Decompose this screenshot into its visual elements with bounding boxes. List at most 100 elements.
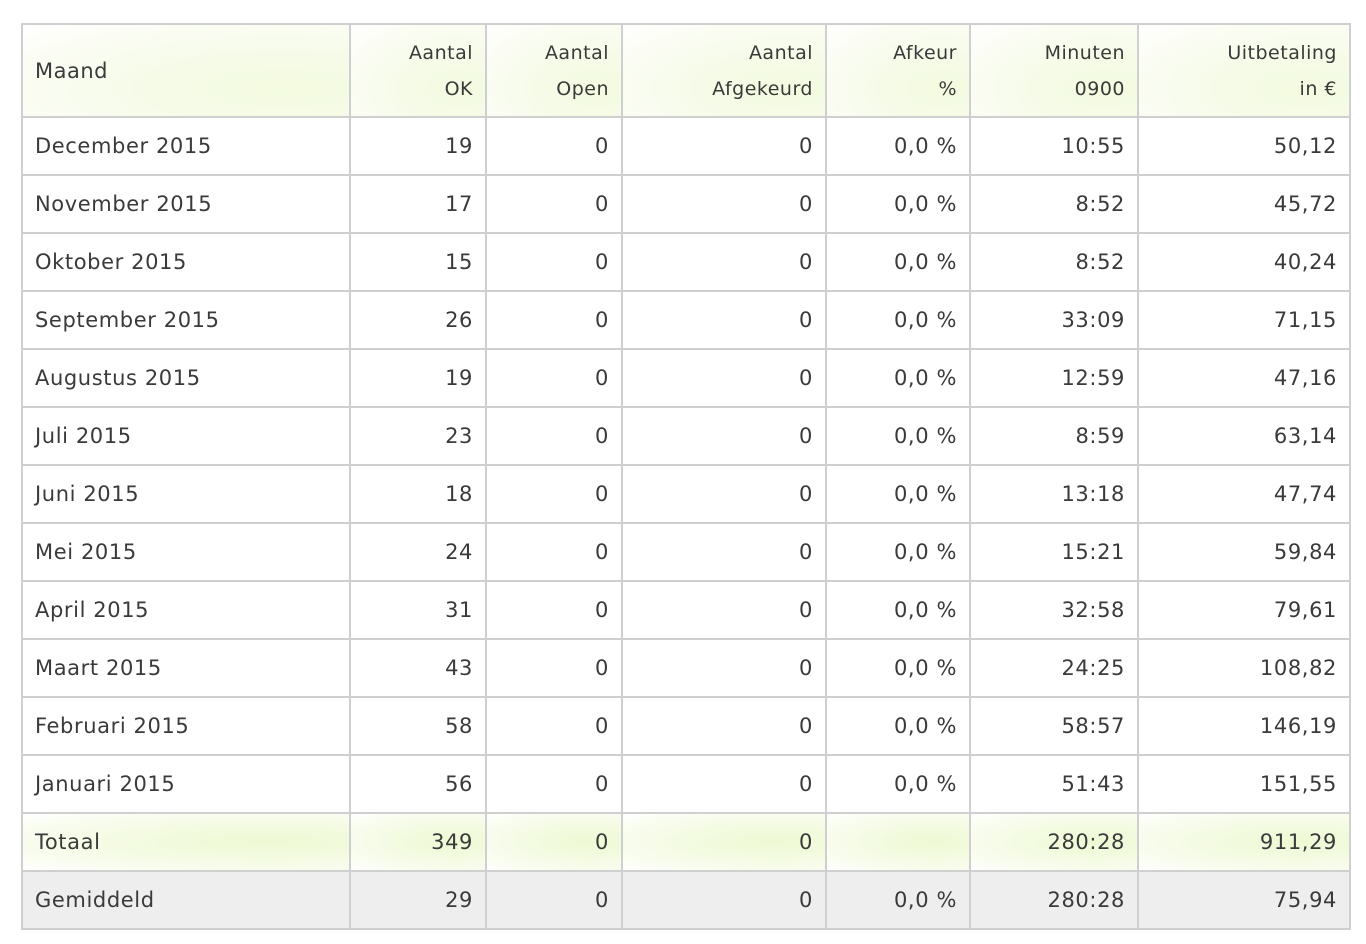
header-count-rejected: Aantal Afgekeurd [621, 23, 827, 118]
header-reject-percent: Afkeur% [825, 23, 971, 118]
minutes-cell: 8:52 [969, 174, 1139, 234]
table-row: November 2015 17 0 0 0,0 % 8:52 45,72 [21, 174, 1351, 234]
header-line-2: Afgekeurd [712, 77, 813, 100]
month-cell: Totaal [21, 812, 351, 872]
count-open-cell: 0 [485, 406, 623, 466]
header-month: Maand [21, 23, 351, 118]
payout-cell: 63,14 [1137, 406, 1351, 466]
reject-percent-cell [825, 812, 971, 872]
table-row: Juli 2015 23 0 0 0,0 % 8:59 63,14 [21, 406, 1351, 466]
table-row: Oktober 2015 15 0 0 0,0 % 8:52 40,24 [21, 232, 1351, 292]
header-line-2: 0900 [1074, 77, 1125, 100]
table-row: Augustus 2015 19 0 0 0,0 % 12:59 47,16 [21, 348, 1351, 408]
header-line-1: Afkeur [893, 41, 957, 64]
minutes-cell: 15:21 [969, 522, 1139, 582]
count-open-cell: 0 [485, 290, 623, 350]
month-cell: Januari 2015 [21, 754, 351, 814]
reject-percent-cell: 0,0 % [825, 638, 971, 698]
minutes-cell: 33:09 [969, 290, 1139, 350]
month-cell: November 2015 [21, 174, 351, 234]
count-open-cell: 0 [485, 348, 623, 408]
payout-cell: 50,12 [1137, 116, 1351, 176]
count-ok-cell: 24 [349, 522, 487, 582]
reject-percent-cell: 0,0 % [825, 696, 971, 756]
header-line-1: Minuten [1044, 41, 1125, 64]
payout-cell: 108,82 [1137, 638, 1351, 698]
count-ok-cell: 19 [349, 116, 487, 176]
count-rejected-cell: 0 [621, 406, 827, 466]
payout-cell: 146,19 [1137, 696, 1351, 756]
payout-cell: 71,15 [1137, 290, 1351, 350]
count-rejected-cell: 0 [621, 174, 827, 234]
payout-cell: 75,94 [1137, 870, 1351, 930]
count-open-cell: 0 [485, 812, 623, 872]
count-ok-cell: 31 [349, 580, 487, 640]
minutes-cell: 10:55 [969, 116, 1139, 176]
payout-cell: 40,24 [1137, 232, 1351, 292]
minutes-cell: 8:52 [969, 232, 1139, 292]
reject-percent-cell: 0,0 % [825, 754, 971, 814]
header-line-2: % [938, 77, 957, 100]
table-row: Maart 2015 43 0 0 0,0 % 24:25 108,82 [21, 638, 1351, 698]
count-open-cell: 0 [485, 754, 623, 814]
minutes-cell: 24:25 [969, 638, 1139, 698]
count-ok-cell: 26 [349, 290, 487, 350]
average-row: Gemiddeld 29 0 0 0,0 % 280:28 75,94 [21, 870, 1351, 930]
count-rejected-cell: 0 [621, 290, 827, 350]
table-row: Mei 2015 24 0 0 0,0 % 15:21 59,84 [21, 522, 1351, 582]
count-rejected-cell: 0 [621, 522, 827, 582]
payout-cell: 45,72 [1137, 174, 1351, 234]
total-row: Totaal 349 0 0 280:28 911,29 [21, 812, 1351, 872]
table-row: September 2015 26 0 0 0,0 % 33:09 71,15 [21, 290, 1351, 350]
header-payout: Uitbetaling in € [1137, 23, 1351, 118]
reject-percent-cell: 0,0 % [825, 464, 971, 524]
header-line-1: Aantal [408, 41, 473, 64]
reject-percent-cell: 0,0 % [825, 232, 971, 292]
reject-percent-cell: 0,0 % [825, 522, 971, 582]
count-ok-cell: 29 [349, 870, 487, 930]
count-rejected-cell: 0 [621, 580, 827, 640]
month-cell: Juli 2015 [21, 406, 351, 466]
minutes-cell: 280:28 [969, 870, 1139, 930]
monthly-stats-table: Maand Aantal OK Aantal Open Aantal Afgekeur… [21, 23, 1351, 930]
reject-percent-cell: 0,0 % [825, 290, 971, 350]
count-ok-cell: 23 [349, 406, 487, 466]
month-cell: Februari 2015 [21, 696, 351, 756]
payout-cell: 911,29 [1137, 812, 1351, 872]
minutes-cell: 13:18 [969, 464, 1139, 524]
count-rejected-cell: 0 [621, 812, 827, 872]
header-month-label: Maand [35, 58, 108, 83]
minutes-cell: 51:43 [969, 754, 1139, 814]
header-line-1: Aantal [748, 41, 813, 64]
reject-percent-cell: 0,0 % [825, 174, 971, 234]
reject-percent-cell: 0,0 % [825, 870, 971, 930]
count-ok-cell: 18 [349, 464, 487, 524]
month-cell: Maart 2015 [21, 638, 351, 698]
header-line-1: Uitbetaling [1227, 41, 1337, 64]
header-line-2: Open [556, 77, 609, 100]
count-open-cell: 0 [485, 870, 623, 930]
month-cell: December 2015 [21, 116, 351, 176]
reject-percent-cell: 0,0 % [825, 406, 971, 466]
count-ok-cell: 56 [349, 754, 487, 814]
month-cell: April 2015 [21, 580, 351, 640]
count-ok-cell: 17 [349, 174, 487, 234]
count-ok-cell: 15 [349, 232, 487, 292]
count-rejected-cell: 0 [621, 754, 827, 814]
count-open-cell: 0 [485, 696, 623, 756]
minutes-cell: 8:59 [969, 406, 1139, 466]
count-open-cell: 0 [485, 464, 623, 524]
month-cell: Oktober 2015 [21, 232, 351, 292]
count-ok-cell: 349 [349, 812, 487, 872]
payout-cell: 59,84 [1137, 522, 1351, 582]
table-header: Maand Aantal OK Aantal Open Aantal Afgekeur… [21, 23, 1351, 118]
header-line-2: in € [1299, 77, 1337, 100]
count-rejected-cell: 0 [621, 696, 827, 756]
header-count-open: Aantal Open [485, 23, 623, 118]
count-rejected-cell: 0 [621, 870, 827, 930]
count-ok-cell: 58 [349, 696, 487, 756]
count-open-cell: 0 [485, 522, 623, 582]
table-row: Juni 2015 18 0 0 0,0 % 13:18 47,74 [21, 464, 1351, 524]
count-rejected-cell: 0 [621, 638, 827, 698]
header-line-1: Aantal [544, 41, 609, 64]
